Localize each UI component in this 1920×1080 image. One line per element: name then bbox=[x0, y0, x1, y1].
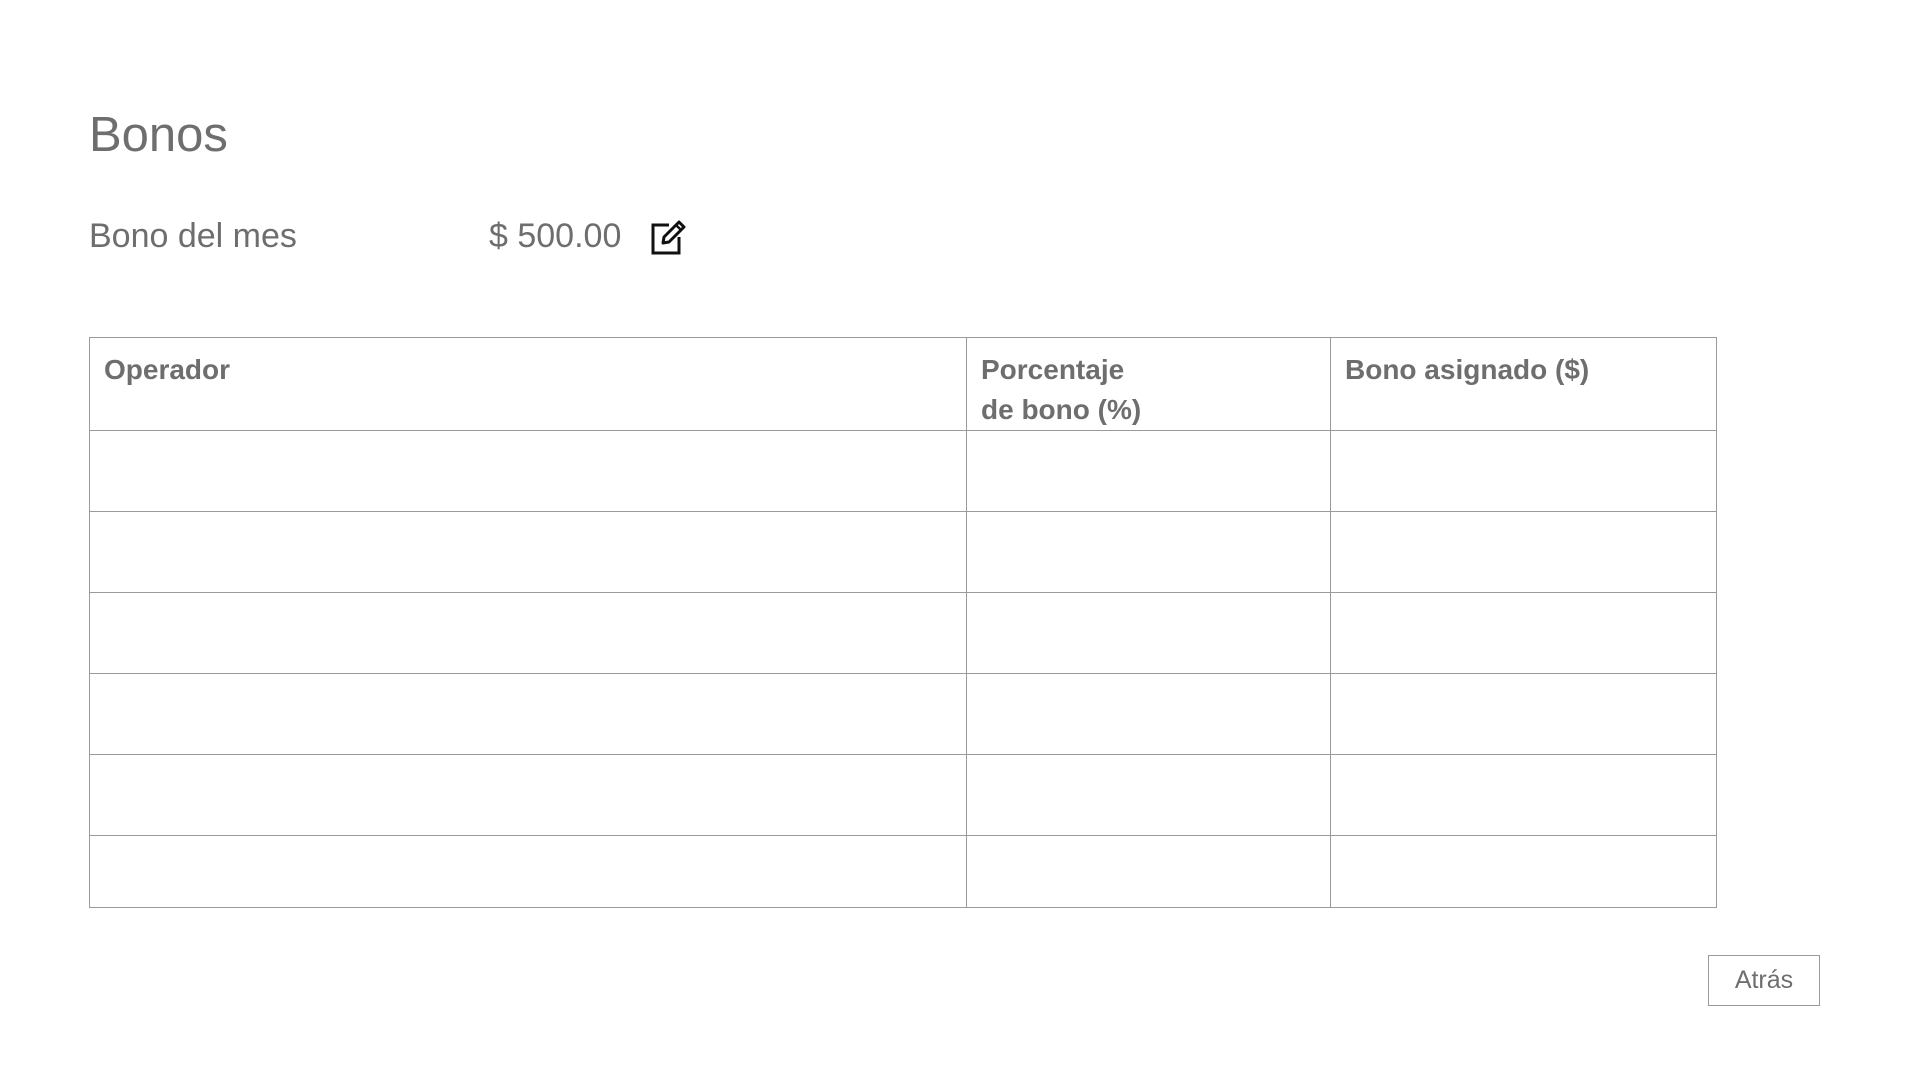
column-header-operador: Operador bbox=[89, 337, 967, 431]
table-row bbox=[89, 835, 1717, 908]
table-cell-porcentaje[interactable] bbox=[966, 754, 1331, 836]
table-cell-porcentaje[interactable] bbox=[966, 430, 1331, 512]
table-cell-operador[interactable] bbox=[89, 511, 967, 593]
operators-table-container: Operador Porcentaje de bono (%) Bono asi… bbox=[89, 337, 1717, 908]
table-cell-porcentaje[interactable] bbox=[966, 592, 1331, 674]
page-title: Bonos bbox=[89, 108, 228, 162]
table-row bbox=[89, 430, 1717, 512]
table-header-row: Operador Porcentaje de bono (%) Bono asi… bbox=[89, 337, 1717, 431]
column-header-porcentaje-text: Porcentaje de bono (%) bbox=[981, 354, 1142, 425]
table-cell-bono-asignado[interactable] bbox=[1330, 673, 1717, 755]
monthly-bonus-label: Bono del mes bbox=[89, 217, 297, 255]
table-cell-operador[interactable] bbox=[89, 430, 967, 512]
table-cell-operador[interactable] bbox=[89, 754, 967, 836]
table-cell-operador[interactable] bbox=[89, 835, 967, 908]
table-cell-bono-asignado[interactable] bbox=[1330, 592, 1717, 674]
table-row bbox=[89, 511, 1717, 593]
table-cell-bono-asignado[interactable] bbox=[1330, 835, 1717, 908]
table-cell-porcentaje[interactable] bbox=[966, 673, 1331, 755]
operators-bonus-table: Operador Porcentaje de bono (%) Bono asi… bbox=[89, 337, 1717, 908]
edit-icon bbox=[651, 220, 686, 255]
table-row bbox=[89, 754, 1717, 836]
table-cell-bono-asignado[interactable] bbox=[1330, 430, 1717, 512]
back-button[interactable]: Atrás bbox=[1708, 955, 1820, 1006]
monthly-bonus-row: Bono del mes $ 500.00 bbox=[89, 211, 789, 261]
column-header-porcentaje: Porcentaje de bono (%) bbox=[966, 337, 1331, 431]
table-row bbox=[89, 673, 1717, 755]
bonus-page: Bonos Bono del mes $ 500.00 Operador Por… bbox=[0, 0, 1920, 1080]
table-row bbox=[89, 592, 1717, 674]
monthly-bonus-value: $ 500.00 bbox=[489, 217, 622, 255]
table-cell-bono-asignado[interactable] bbox=[1330, 754, 1717, 836]
edit-bonus-button[interactable] bbox=[647, 217, 687, 257]
table-cell-operador[interactable] bbox=[89, 592, 967, 674]
table-cell-bono-asignado[interactable] bbox=[1330, 511, 1717, 593]
table-cell-porcentaje[interactable] bbox=[966, 511, 1331, 593]
table-cell-operador[interactable] bbox=[89, 673, 967, 755]
column-header-bono-asignado: Bono asignado ($) bbox=[1330, 337, 1717, 431]
table-cell-porcentaje[interactable] bbox=[966, 835, 1331, 908]
